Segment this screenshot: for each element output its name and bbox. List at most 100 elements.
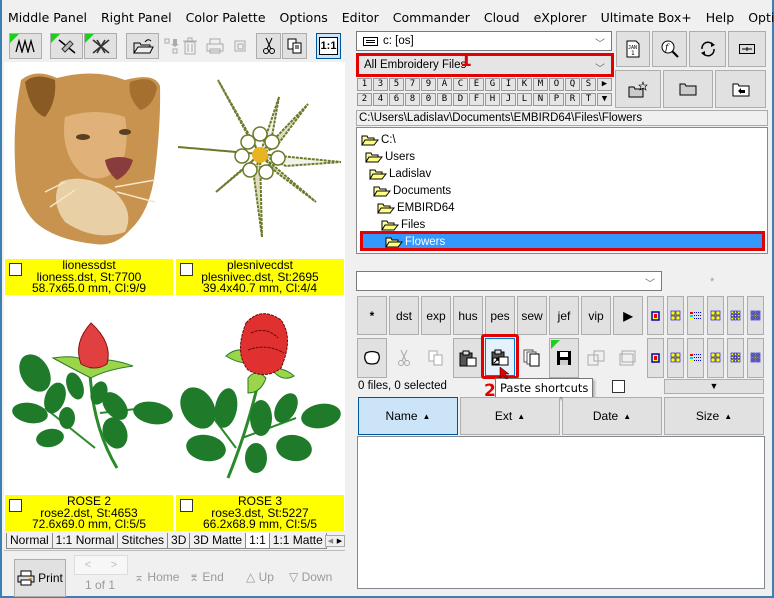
format-filter-button[interactable]: ▶: [613, 296, 643, 335]
letter-filter-button[interactable]: J: [501, 93, 516, 106]
folder-button[interactable]: [663, 70, 713, 108]
select-checkbox[interactable]: [9, 263, 22, 276]
select-lasso-button[interactable]: [357, 338, 387, 378]
thumbnail-lioness[interactable]: lionessdst lioness.dst, St:7700 58.7x65.…: [5, 62, 173, 295]
export-button[interactable]: [581, 338, 611, 378]
letter-filter-button[interactable]: G: [485, 78, 500, 91]
tab-3d[interactable]: 3D: [167, 533, 191, 549]
letter-filter-button[interactable]: 7: [405, 78, 420, 91]
column-size-header[interactable]: Size ▲: [664, 397, 764, 435]
select-checkbox[interactable]: [9, 499, 22, 512]
tree-item[interactable]: Files: [381, 216, 425, 233]
letter-filter-button[interactable]: 0: [421, 93, 436, 106]
letter-filter-button[interactable]: 9: [421, 78, 436, 91]
tab-1-1-normal[interactable]: 1:1 Normal: [51, 533, 119, 549]
letter-filter-button[interactable]: 8: [405, 93, 420, 106]
menu-explorer[interactable]: eXplorer: [527, 8, 594, 28]
tree-item[interactable]: EMBIRD64: [377, 199, 455, 216]
letter-filter-button[interactable]: ▼: [597, 93, 612, 106]
format-filter-button[interactable]: hus: [453, 296, 483, 335]
print-button[interactable]: Print: [14, 559, 66, 597]
tree-item[interactable]: Ladislav: [369, 165, 431, 182]
letter-filter-button[interactable]: M: [533, 78, 548, 91]
format-filter-button[interactable]: *: [357, 296, 387, 335]
menu-right-panel[interactable]: Right Panel: [94, 8, 179, 28]
menu-editor[interactable]: Editor: [335, 8, 386, 28]
layout-4x4-button[interactable]: [747, 338, 764, 378]
menu-ultimate-box[interactable]: Ultimate Box+: [594, 8, 699, 28]
find-button[interactable]: f: [652, 31, 687, 67]
letter-filter-button[interactable]: 3: [373, 78, 388, 91]
letter-filter-button[interactable]: 5: [389, 78, 404, 91]
stitch-view-button[interactable]: [9, 33, 42, 59]
letter-filter-button[interactable]: 6: [389, 93, 404, 106]
letter-filter-button[interactable]: D: [453, 93, 468, 106]
tab-1-1-matte[interactable]: 1:1 Matte: [268, 533, 327, 549]
tab-stitches[interactable]: Stitches: [117, 533, 169, 549]
layout-list-button[interactable]: [687, 338, 704, 378]
copy-files-button[interactable]: [421, 338, 451, 378]
up-button[interactable]: △ Up: [246, 570, 274, 584]
delete-stitches-button[interactable]: [84, 33, 117, 59]
extension-combo[interactable]: ﹀: [356, 271, 662, 291]
end-button[interactable]: ⌆ End: [189, 570, 224, 584]
layout-2x2-grid-button[interactable]: [707, 338, 724, 378]
thumbnail-rose3[interactable]: ROSE 3 rose3.dst, St:5227 66.2x68.9 mm, …: [176, 298, 344, 531]
letter-filter-button[interactable]: H: [485, 93, 500, 106]
menu-optional-plugins[interactable]: Optional Plug-ins: [741, 8, 774, 28]
layout-4x4-button[interactable]: [747, 296, 764, 335]
menu-cloud[interactable]: Cloud: [477, 8, 527, 28]
column-ext-header[interactable]: Ext ▲: [460, 397, 560, 435]
layout-2x2-grid-button[interactable]: [707, 296, 724, 335]
menu-middle-panel[interactable]: Middle Panel: [0, 8, 94, 28]
calendar-button[interactable]: JAN 1: [616, 31, 650, 67]
letter-filter-button[interactable]: N: [533, 93, 548, 106]
layout-3x3-button[interactable]: [727, 296, 744, 335]
tab-scroll-buttons[interactable]: ◀ ▶: [325, 535, 345, 547]
letter-filter-button[interactable]: A: [437, 78, 452, 91]
tree-item[interactable]: Users: [365, 148, 415, 165]
format-filter-button[interactable]: jef: [549, 296, 579, 335]
letter-filter-button[interactable]: C: [453, 78, 468, 91]
column-name-header[interactable]: Name ▲: [358, 397, 458, 435]
parent-folder-button[interactable]: [715, 70, 766, 108]
options-dropdown-button[interactable]: ▼: [664, 379, 764, 394]
scroll-right-icon[interactable]: ▶: [337, 537, 342, 545]
menu-commander[interactable]: Commander: [386, 8, 477, 28]
letter-filter-button[interactable]: 2: [357, 93, 372, 106]
tree-item[interactable]: C:\: [361, 131, 396, 148]
format-filter-button[interactable]: sew: [517, 296, 547, 335]
letter-filter-button[interactable]: ▶: [597, 78, 612, 91]
layout-2x2-button[interactable]: [667, 296, 684, 335]
column-date-header[interactable]: Date ▲: [562, 397, 662, 435]
cut-files-button[interactable]: [389, 338, 419, 378]
copy-button[interactable]: [282, 33, 307, 59]
letter-filter-button[interactable]: R: [565, 93, 580, 106]
page-scroller[interactable]: < >: [74, 555, 128, 575]
tab-1-1[interactable]: 1:1: [245, 533, 270, 549]
format-filter-button[interactable]: vip: [581, 296, 611, 335]
copy-to-button[interactable]: [517, 338, 547, 378]
tree-item[interactable]: Documents: [373, 182, 451, 199]
letter-filter-button[interactable]: K: [517, 78, 532, 91]
letter-filter-button[interactable]: B: [437, 93, 452, 106]
window-button[interactable]: [223, 33, 256, 59]
cut-button[interactable]: [256, 33, 281, 59]
edit-design-button[interactable]: [50, 33, 83, 59]
layout-2x2-button[interactable]: [667, 338, 684, 378]
save-button[interactable]: [549, 338, 579, 378]
tab-3d-matte[interactable]: 3D Matte: [189, 533, 247, 549]
select-all-checkbox[interactable]: [612, 380, 625, 393]
format-filter-button[interactable]: exp: [421, 296, 451, 335]
tab-normal[interactable]: Normal: [6, 533, 53, 549]
menu-color-palette[interactable]: Color Palette: [179, 8, 273, 28]
layout-3x3-button[interactable]: [727, 338, 744, 378]
tree-item[interactable]: Flowers: [385, 233, 445, 250]
format-filter-button[interactable]: dst: [389, 296, 419, 335]
prev-page-icon[interactable]: <: [85, 559, 91, 571]
layout-1x1-button[interactable]: [647, 296, 664, 335]
thumbnail-edelweiss[interactable]: plesnivecdst plesnivec.dst, St:2695 39.4…: [176, 62, 344, 295]
letter-filter-button[interactable]: P: [549, 93, 564, 106]
down-button[interactable]: ▽ Down: [289, 570, 332, 584]
layout-list-button[interactable]: [687, 296, 704, 335]
